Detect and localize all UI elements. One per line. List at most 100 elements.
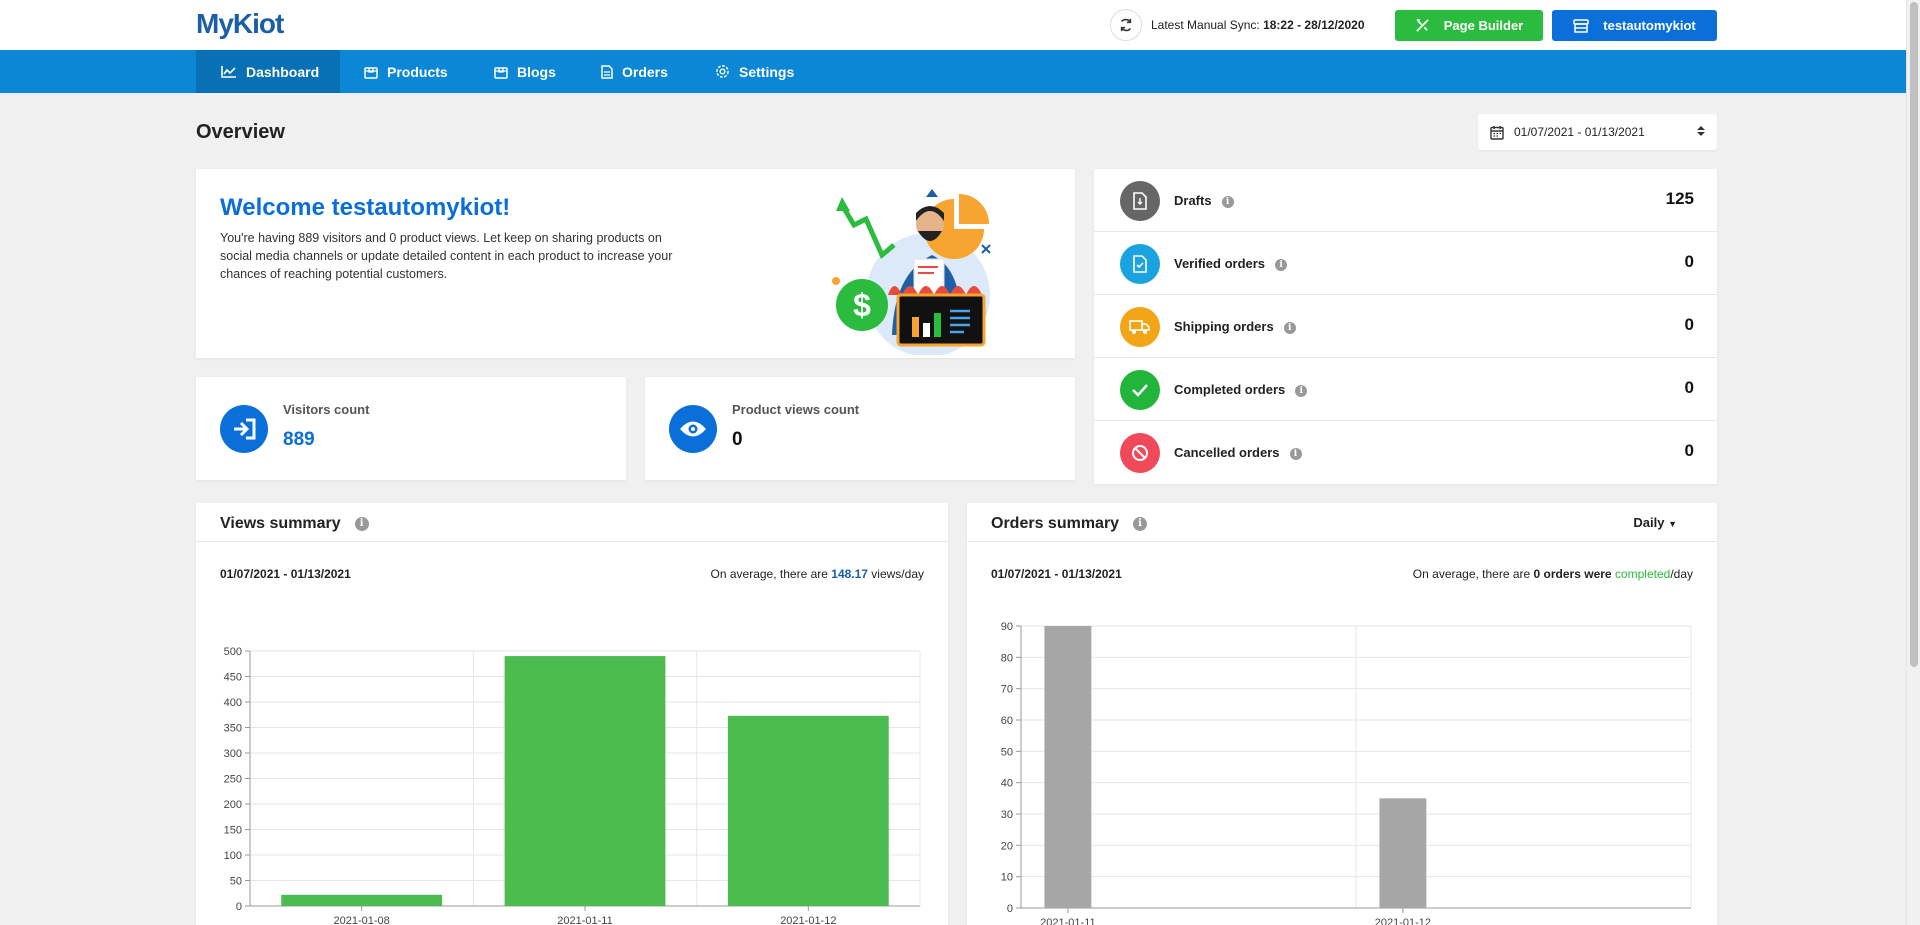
views-bar-chart: 0 50 100 150 200 250 300 350 400 450 500 2021-01-08… bbox=[224, 646, 921, 925]
calendar-icon bbox=[1490, 125, 1504, 140]
avg-suffix: /day bbox=[1670, 567, 1693, 581]
nav-dashboard[interactable]: Dashboard bbox=[196, 50, 340, 93]
x-tick-label: 2021-01-12 bbox=[780, 915, 836, 925]
verified-doc-icon bbox=[1120, 244, 1160, 284]
y-tick-label: 80 bbox=[1001, 652, 1013, 664]
info-icon[interactable]: i bbox=[1275, 258, 1288, 271]
product-views-card: Product views count 0 bbox=[645, 377, 1075, 480]
status-row-drafts[interactable]: Drafts i 125 bbox=[1094, 169, 1718, 232]
y-tick-label: 70 bbox=[1001, 684, 1013, 696]
gear-icon bbox=[716, 65, 729, 78]
info-icon[interactable]: i bbox=[1295, 384, 1308, 397]
main-nav: Dashboard Products Blogs Orders Settings bbox=[0, 50, 1916, 93]
sync-icon bbox=[1120, 18, 1132, 32]
status-count: 0 bbox=[1684, 378, 1694, 397]
draft-file-icon bbox=[1120, 181, 1160, 221]
y-tick-label: 450 bbox=[224, 672, 242, 684]
status-count: 125 bbox=[1665, 189, 1694, 208]
avg-suffix: views/day bbox=[867, 567, 924, 581]
nav-products[interactable]: Products bbox=[364, 50, 448, 93]
status-label: Completed orders bbox=[1174, 382, 1286, 397]
y-tick-label: 60 bbox=[1001, 715, 1013, 727]
page-scrollbar[interactable] bbox=[1906, 0, 1920, 925]
visitors-label: Visitors count bbox=[283, 402, 370, 417]
views-summary-range: 01/07/2021 - 01/13/2021 bbox=[220, 567, 351, 581]
bar bbox=[281, 894, 443, 906]
nav-label: Dashboard bbox=[246, 63, 320, 80]
y-tick-label: 300 bbox=[224, 748, 242, 760]
info-icon[interactable]: i bbox=[1283, 321, 1296, 334]
page-builder-label: Page Builder bbox=[1443, 18, 1524, 33]
y-tick-label: 30 bbox=[1001, 809, 1013, 821]
chart-line-icon bbox=[221, 66, 236, 78]
date-range-picker[interactable]: 01/07/2021 - 01/13/2021 bbox=[1478, 114, 1717, 150]
nav-label: Orders bbox=[622, 63, 668, 80]
status-label: Cancelled orders bbox=[1174, 445, 1280, 460]
product-views-value: 0 bbox=[732, 429, 743, 450]
bar bbox=[504, 656, 666, 906]
y-tick-label: 90 bbox=[1001, 621, 1013, 633]
nav-orders[interactable]: Orders bbox=[601, 50, 668, 93]
shop-button[interactable]: testautomykiot bbox=[1552, 10, 1717, 41]
orders-summary-title: Orders summary bbox=[991, 515, 1120, 532]
logo[interactable]: MyKiot bbox=[196, 8, 284, 40]
status-row-verified[interactable]: Verified orders i 0 bbox=[1094, 232, 1718, 295]
scrollbar-thumb[interactable] bbox=[1910, 2, 1918, 667]
status-count: 0 bbox=[1684, 441, 1694, 460]
box-icon bbox=[494, 66, 508, 79]
sync-label: Latest Manual Sync: bbox=[1151, 18, 1260, 32]
y-tick-label: 50 bbox=[230, 876, 242, 888]
divider bbox=[196, 541, 948, 542]
orders-summary-range: 01/07/2021 - 01/13/2021 bbox=[991, 567, 1122, 581]
avg-prefix: On average, there are bbox=[1412, 567, 1534, 581]
status-count: 0 bbox=[1684, 315, 1694, 334]
welcome-illustration: $ bbox=[832, 189, 991, 355]
status-label: Shipping orders bbox=[1174, 319, 1274, 334]
avg-highlight: completed bbox=[1614, 567, 1671, 581]
welcome-text: You're having 889 visitors and 0 product… bbox=[220, 231, 673, 281]
caret-down-icon: ▼ bbox=[1668, 519, 1677, 529]
svg-text:$: $ bbox=[853, 287, 871, 323]
sync-status: Latest Manual Sync: 18:22 - 28/12/2020 bbox=[1151, 18, 1365, 32]
y-tick-label: 20 bbox=[1001, 840, 1013, 852]
store-icon bbox=[1573, 18, 1590, 33]
tools-icon bbox=[1416, 19, 1429, 32]
order-status-card: Drafts i 125 Verified orders i 0 Shipping … bbox=[1094, 169, 1718, 484]
nav-label: Blogs bbox=[517, 63, 556, 80]
date-range-value: 01/07/2021 - 01/13/2021 bbox=[1514, 125, 1645, 139]
nav-label: Products bbox=[387, 63, 448, 80]
x-tick-label: 2021-01-08 bbox=[334, 915, 390, 925]
period-dropdown[interactable]: Daily ▼ bbox=[1633, 515, 1677, 530]
sort-icon bbox=[1697, 126, 1705, 136]
y-tick-label: 150 bbox=[224, 825, 242, 837]
status-count: 0 bbox=[1684, 252, 1694, 271]
orders-average: On average, there are 0 orders were comp… bbox=[1413, 567, 1693, 581]
visitors-value: 889 bbox=[283, 429, 315, 450]
info-icon[interactable]: i bbox=[354, 516, 369, 531]
product-views-label: Product views count bbox=[732, 402, 860, 417]
y-tick-label: 500 bbox=[224, 646, 242, 658]
nav-settings[interactable]: Settings bbox=[715, 50, 794, 93]
status-row-completed[interactable]: Completed orders i 0 bbox=[1094, 358, 1718, 421]
y-tick-label: 10 bbox=[1001, 872, 1013, 884]
check-icon bbox=[1120, 370, 1160, 410]
avg-value: 0 orders were bbox=[1533, 567, 1612, 581]
status-row-shipping[interactable]: Shipping orders i 0 bbox=[1094, 295, 1718, 358]
views-summary-title: Views summary bbox=[220, 515, 341, 532]
info-icon[interactable]: i bbox=[1221, 195, 1234, 208]
box-icon bbox=[364, 66, 378, 79]
info-icon[interactable]: i bbox=[1133, 516, 1148, 531]
status-row-cancelled[interactable]: Cancelled orders i 0 bbox=[1094, 421, 1718, 484]
x-tick-label: 2021-01-11 bbox=[1040, 917, 1095, 925]
info-icon[interactable]: i bbox=[1289, 447, 1302, 460]
y-tick-label: 40 bbox=[1001, 778, 1013, 790]
welcome-title: Welcome testautomykiot! bbox=[220, 194, 511, 221]
sync-button[interactable] bbox=[1110, 9, 1142, 41]
truck-icon bbox=[1120, 307, 1160, 347]
eye-icon bbox=[669, 405, 717, 453]
x-tick-label: 2021-01-12 bbox=[1375, 917, 1431, 925]
page-builder-button[interactable]: Page Builder bbox=[1395, 10, 1543, 41]
avg-prefix: On average, there are bbox=[710, 567, 832, 581]
nav-blogs[interactable]: Blogs bbox=[494, 50, 556, 93]
x-tick-label: 2021-01-11 bbox=[557, 915, 612, 925]
